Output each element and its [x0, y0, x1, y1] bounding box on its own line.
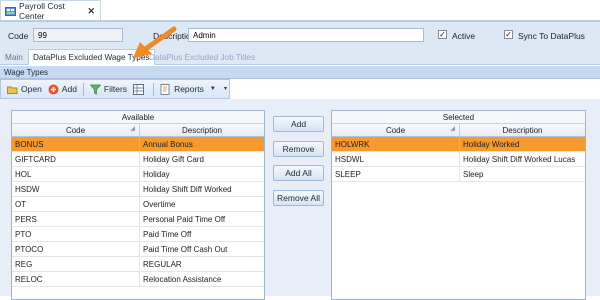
tab-main[interactable]: Main	[1, 49, 27, 65]
description-cell: Sleep	[463, 169, 484, 179]
reports-label: Reports	[174, 84, 204, 94]
code-cell: PTOCO	[12, 242, 140, 256]
selected-col-description[interactable]: Description	[460, 124, 585, 136]
active-checkbox[interactable]: ✓	[438, 30, 447, 39]
selected-col-code[interactable]: Code ◢	[332, 124, 460, 136]
available-grid: Available Code ◢ Description BONUS Annual …	[11, 110, 265, 300]
open-label: Open	[21, 84, 42, 94]
open-folder-icon	[7, 84, 18, 95]
document-tab[interactable]: Payroll Cost Center ✕	[0, 0, 101, 21]
toolbar-separator	[82, 82, 84, 96]
layout-button[interactable]	[133, 83, 147, 95]
description-cell: Paid Time Off	[143, 229, 192, 239]
description-cell: REGULAR	[143, 259, 182, 269]
available-col-description[interactable]: Description	[140, 124, 264, 136]
add-label: Add	[61, 84, 77, 94]
available-rows: BONUS Annual Bonus GIFTCARD Holiday Gift Ca…	[12, 137, 264, 287]
available-title: Available	[12, 111, 264, 124]
add-button[interactable]: Add	[48, 84, 77, 95]
description-cell: Holiday	[143, 169, 170, 179]
code-cell: REG	[12, 257, 140, 271]
reports-icon	[160, 83, 171, 95]
toolbar-overflow-icon[interactable]: ▾	[221, 85, 230, 99]
code-cell: HOLWRK	[332, 137, 460, 151]
description-cell: Relocation Assistance	[143, 274, 222, 284]
filters-button[interactable]: Filters	[89, 84, 128, 95]
description-cell: Holiday Shift Diff Worked	[143, 184, 232, 194]
available-header: Code ◢ Description	[12, 124, 264, 137]
sort-icon: ◢	[450, 126, 455, 132]
selected-title: Selected	[332, 111, 585, 124]
code-cell: HSDWL	[332, 152, 460, 166]
table-row[interactable]: BONUS Annual Bonus	[12, 137, 264, 152]
table-row[interactable]: HOLWRK Holiday Worked	[332, 137, 585, 152]
close-icon[interactable]: ✕	[87, 6, 95, 17]
filters-label: Filters	[103, 84, 128, 94]
sync-checkbox[interactable]: ✓	[504, 30, 513, 39]
code-cell: OT	[12, 197, 140, 211]
add-selected-button[interactable]: Add	[273, 116, 324, 132]
reports-button[interactable]: Reports ▼	[160, 83, 216, 95]
description-cell: Annual Bonus	[143, 139, 193, 149]
table-row[interactable]: SLEEP Sleep	[332, 167, 585, 182]
table-row[interactable]: HSDW Holiday Shift Diff Worked	[12, 182, 264, 197]
sort-icon: ◢	[130, 126, 135, 132]
cost-center-icon	[5, 6, 16, 17]
table-row[interactable]: PERS Personal Paid Time Off	[12, 212, 264, 227]
code-cell: RELOC	[12, 272, 140, 286]
selected-rows: HOLWRK Holiday Worked HSDWL Holiday Shift D…	[332, 137, 585, 182]
code-cell: BONUS	[12, 137, 140, 151]
toolbar: Open Add Filters Reports ▼	[0, 79, 230, 99]
code-cell: PERS	[12, 212, 140, 226]
description-cell: Holiday Gift Card	[143, 154, 204, 164]
remove-button[interactable]: Remove	[273, 141, 324, 157]
selected-header: Code ◢ Description	[332, 124, 585, 137]
grid-layout-icon	[133, 83, 145, 95]
table-row[interactable]: REG REGULAR	[12, 257, 264, 272]
chevron-down-icon[interactable]: ▼	[210, 86, 216, 92]
description-cell: Paid Time Off Cash Out	[143, 244, 228, 254]
wage-types-header: Wage Types	[0, 66, 600, 79]
description-cell: Holiday Worked	[463, 139, 520, 149]
table-row[interactable]: HSDWL Holiday Shift Diff Worked Lucas	[332, 152, 585, 167]
active-label: Active	[452, 31, 476, 41]
selected-grid: Selected Code ◢ Description HOLWRK Holiday…	[331, 110, 586, 300]
table-row[interactable]: HOL Holiday	[12, 167, 264, 182]
table-row[interactable]: PTOCO Paid Time Off Cash Out	[12, 242, 264, 257]
description-field[interactable]	[188, 28, 424, 42]
code-cell: PTO	[12, 227, 140, 241]
table-row[interactable]: PTO Paid Time Off	[12, 227, 264, 242]
document-tab-title: Payroll Cost Center	[19, 1, 65, 21]
code-cell: HOL	[12, 167, 140, 181]
table-row[interactable]: GIFTCARD Holiday Gift Card	[12, 152, 264, 167]
add-all-button[interactable]: Add All	[273, 165, 324, 181]
description-cell: Holiday Shift Diff Worked Lucas	[463, 154, 576, 164]
table-row[interactable]: OT Overtime	[12, 197, 264, 212]
code-label: Code	[8, 31, 29, 41]
available-col-code[interactable]: Code ◢	[12, 124, 140, 136]
code-cell: SLEEP	[332, 167, 460, 181]
sync-label: Sync To DataPlus	[518, 31, 585, 41]
code-cell: GIFTCARD	[12, 152, 140, 166]
table-row[interactable]: RELOC Relocation Assistance	[12, 272, 264, 287]
toolbar-separator	[153, 82, 155, 96]
remove-all-button[interactable]: Remove All	[273, 190, 324, 206]
add-icon	[48, 84, 59, 95]
filter-icon	[89, 84, 102, 95]
description-cell: Overtime	[143, 199, 176, 209]
description-cell: Personal Paid Time Off	[143, 214, 226, 224]
open-button[interactable]: Open	[7, 84, 42, 95]
code-cell: HSDW	[12, 182, 140, 196]
code-field[interactable]	[33, 28, 123, 42]
annotation-arrow-icon	[133, 26, 177, 58]
